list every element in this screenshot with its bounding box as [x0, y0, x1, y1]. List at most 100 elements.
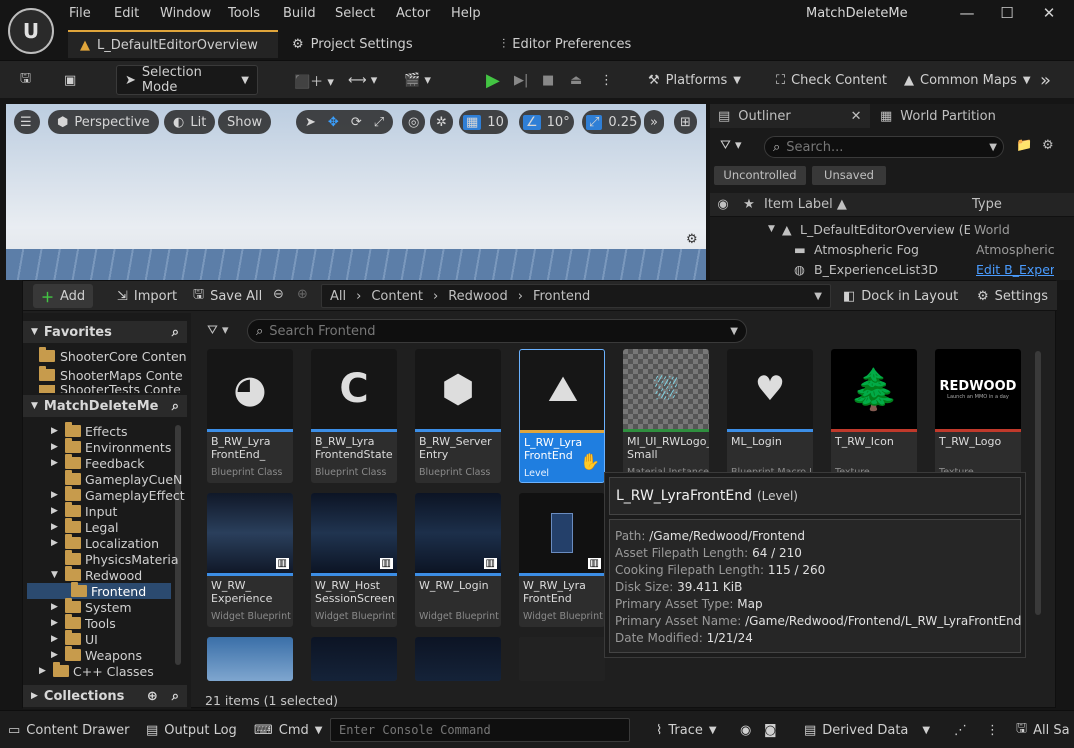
save-all-button[interactable]: 🖫 Save All: [185, 284, 270, 308]
close-icon[interactable]: ✕: [1030, 4, 1068, 26]
save-icon[interactable]: 🖫: [12, 65, 39, 95]
select-icon[interactable]: ➤: [305, 115, 316, 130]
eject-icon[interactable]: ⏏: [562, 65, 590, 95]
folder-physicsmaterials[interactable]: PhysicsMateria: [51, 550, 179, 567]
asset-tile[interactable]: ◕ B_RW_Lyra FrontEnd_ Blueprint Class: [207, 349, 293, 483]
chevron-down-icon[interactable]: ▼: [814, 291, 822, 302]
minimize-icon[interactable]: —: [948, 4, 986, 26]
menu-edit[interactable]: Edit: [114, 6, 139, 24]
scale-snap-button[interactable]: ⤢ 0.25: [582, 110, 642, 134]
content-drawer-button[interactable]: ▭ Content Drawer: [8, 719, 129, 741]
derived-data-dropdown[interactable]: ▤ Derived Data ▼: [804, 719, 930, 741]
breadcrumb-all[interactable]: All: [330, 289, 346, 304]
menu-actor[interactable]: Actor: [396, 6, 430, 24]
filter-icon[interactable]: ⛛ ▾: [207, 323, 229, 338]
browse-icon[interactable]: ▣: [56, 65, 84, 95]
trace-dropdown[interactable]: ⌇ Trace ▼: [656, 719, 717, 741]
breadcrumb-frontend[interactable]: Frontend: [533, 289, 590, 304]
play-icon[interactable]: ▶: [478, 65, 508, 95]
star-icon[interactable]: ★: [736, 197, 762, 212]
cmd-dropdown[interactable]: ⌨ Cmd ▼: [254, 719, 322, 741]
world-space-icon[interactable]: ◎: [402, 110, 426, 134]
asset-tile[interactable]: ▥ W_RW_Login Widget Blueprint: [415, 493, 501, 627]
folder-feedback[interactable]: ▶ Feedback: [51, 454, 145, 471]
unreal-logo-icon[interactable]: U: [8, 8, 54, 54]
menu-window[interactable]: Window: [160, 6, 211, 24]
outliner-row[interactable]: ▬ Atmospheric Fog Atmospheric: [794, 240, 1074, 258]
folder-effects[interactable]: ▶ Effects: [51, 422, 128, 439]
project-header[interactable]: ▼ MatchDeleteMe ⌕: [23, 395, 187, 417]
expand-toolbar-icon[interactable]: »: [1032, 65, 1059, 95]
layout-icon[interactable]: ⊞: [674, 110, 697, 134]
cinematics-icon[interactable]: 🎬 ▾: [396, 65, 439, 95]
settings-gear-icon[interactable]: ⚙: [686, 232, 698, 247]
history-forward-icon[interactable]: ⊕: [297, 287, 308, 302]
viewport-menu-icon[interactable]: ☰: [14, 110, 40, 134]
favorite-item[interactable]: ShooterTests Conte: [39, 385, 189, 393]
type-header[interactable]: Type: [968, 197, 1002, 212]
asset-tile[interactable]: ▥ W_RW_Lyra FrontEnd Widget Blueprint: [519, 493, 605, 627]
all-saved-indicator[interactable]: 🖫 All Sa: [1016, 719, 1074, 741]
menu-select[interactable]: Select: [335, 6, 375, 24]
move-icon[interactable]: ✥: [328, 115, 339, 130]
favorites-header[interactable]: ▼ Favorites ⌕: [23, 321, 187, 343]
scale-icon[interactable]: ⤢: [374, 115, 384, 130]
perspective-button[interactable]: ⬢ Perspective: [48, 110, 159, 134]
outliner-row[interactable]: ◍ B_ExperienceList3D Edit B_Experi: [794, 260, 1074, 278]
asset-tile[interactable]: ▥ W_RW_Host SessionScreen Widget Bluepri…: [311, 493, 397, 627]
folder-environments[interactable]: ▶ Environments: [51, 438, 171, 455]
asset-tile[interactable]: ⛆ MI_UI_RWLogo_ Small Material Instance: [623, 349, 709, 483]
record-icon[interactable]: ◉: [740, 719, 751, 741]
asset-tile[interactable]: ⬢ B_RW_Server Entry Blueprint Class: [415, 349, 501, 483]
settings-button[interactable]: ⚙ Settings: [969, 284, 1056, 308]
more-options-icon[interactable]: ⋮: [592, 65, 621, 95]
search-icon[interactable]: ⌕: [172, 325, 179, 340]
menu-tools[interactable]: Tools: [228, 6, 260, 24]
asset-tile[interactable]: 🌲 T_RW_Icon Texture: [831, 349, 917, 483]
folder-gameplayeffect[interactable]: ▶ GameplayEffect: [51, 486, 185, 503]
folder-redwood[interactable]: ▼ Redwood: [51, 566, 142, 583]
folder-ui[interactable]: ▶ UI: [51, 630, 98, 647]
import-button[interactable]: ⇲ Import: [109, 284, 185, 308]
folder-legal[interactable]: ▶ Legal: [51, 518, 119, 535]
asset-tile[interactable]: [311, 637, 397, 681]
outliner-row[interactable]: ▼ ▲ L_DefaultEditorOverview (Ed World: [768, 220, 1074, 238]
tab-level[interactable]: ▲ L_DefaultEditorOverview: [68, 30, 278, 58]
show-button[interactable]: Show: [218, 110, 272, 134]
rotate-snap-button[interactable]: ∠ 10°: [519, 110, 574, 134]
asset-tile[interactable]: REDWOOD Launch an MMO in a day T_RW_Logo…: [935, 349, 1021, 483]
tab-project-settings[interactable]: ⚙ Project Settings: [280, 30, 425, 58]
collections-header[interactable]: ▶ Collections ⊕ ⌕: [23, 685, 187, 707]
asset-tile[interactable]: ♥ ML_Login Blueprint Macro L: [727, 349, 813, 483]
grid-snap-button[interactable]: ▦ 10: [459, 110, 508, 134]
unsaved-filter[interactable]: Unsaved: [812, 166, 886, 185]
filter-icon[interactable]: ⛛ ▾: [720, 138, 742, 153]
lit-button[interactable]: ◐ Lit: [164, 110, 216, 134]
add-folder-icon[interactable]: 📁: [1016, 138, 1032, 153]
breadcrumb-content[interactable]: Content: [371, 289, 423, 304]
tree-scrollbar[interactable]: [175, 425, 181, 665]
visibility-eye-icon[interactable]: ◉: [710, 197, 736, 212]
add-actor-icon[interactable]: ⬛＋ ▾: [286, 65, 342, 95]
source-control-icon[interactable]: ⋰: [954, 719, 967, 741]
menu-build[interactable]: Build: [283, 6, 316, 24]
search-icon[interactable]: ⌕: [172, 689, 179, 704]
camera-icon[interactable]: ◙: [764, 719, 777, 741]
close-icon[interactable]: ✕: [851, 109, 862, 124]
level-viewport[interactable]: ☰ ⬢ Perspective ◐ Lit Show ➤ ✥ ⟳ ⤢ ◎ ✲ ▦…: [6, 104, 706, 280]
surface-snap-icon[interactable]: ✲: [430, 110, 453, 134]
check-content-button[interactable]: ⛶ Check Content: [768, 65, 895, 95]
add-button[interactable]: ＋ Add: [33, 284, 94, 308]
folder-input[interactable]: ▶ Input: [51, 502, 117, 519]
breadcrumb-redwood[interactable]: Redwood: [448, 289, 508, 304]
folder-frontend[interactable]: Frontend: [27, 582, 171, 599]
more-options-icon[interactable]: ⋮: [986, 719, 999, 741]
more-viewport-icon[interactable]: »: [644, 110, 664, 134]
favorite-item[interactable]: ShooterMaps Conte: [39, 366, 189, 384]
asset-tile[interactable]: ▥ W_RW_ Experience Widget Blueprint: [207, 493, 293, 627]
favorite-item[interactable]: ShooterCore Conten: [39, 347, 189, 365]
folder-tools[interactable]: ▶ Tools: [51, 614, 116, 631]
folder-gameplaycue[interactable]: GameplayCueN: [51, 470, 182, 487]
console-input[interactable]: Enter Console Command: [330, 718, 630, 742]
uncontrolled-filter[interactable]: Uncontrolled: [714, 166, 806, 185]
